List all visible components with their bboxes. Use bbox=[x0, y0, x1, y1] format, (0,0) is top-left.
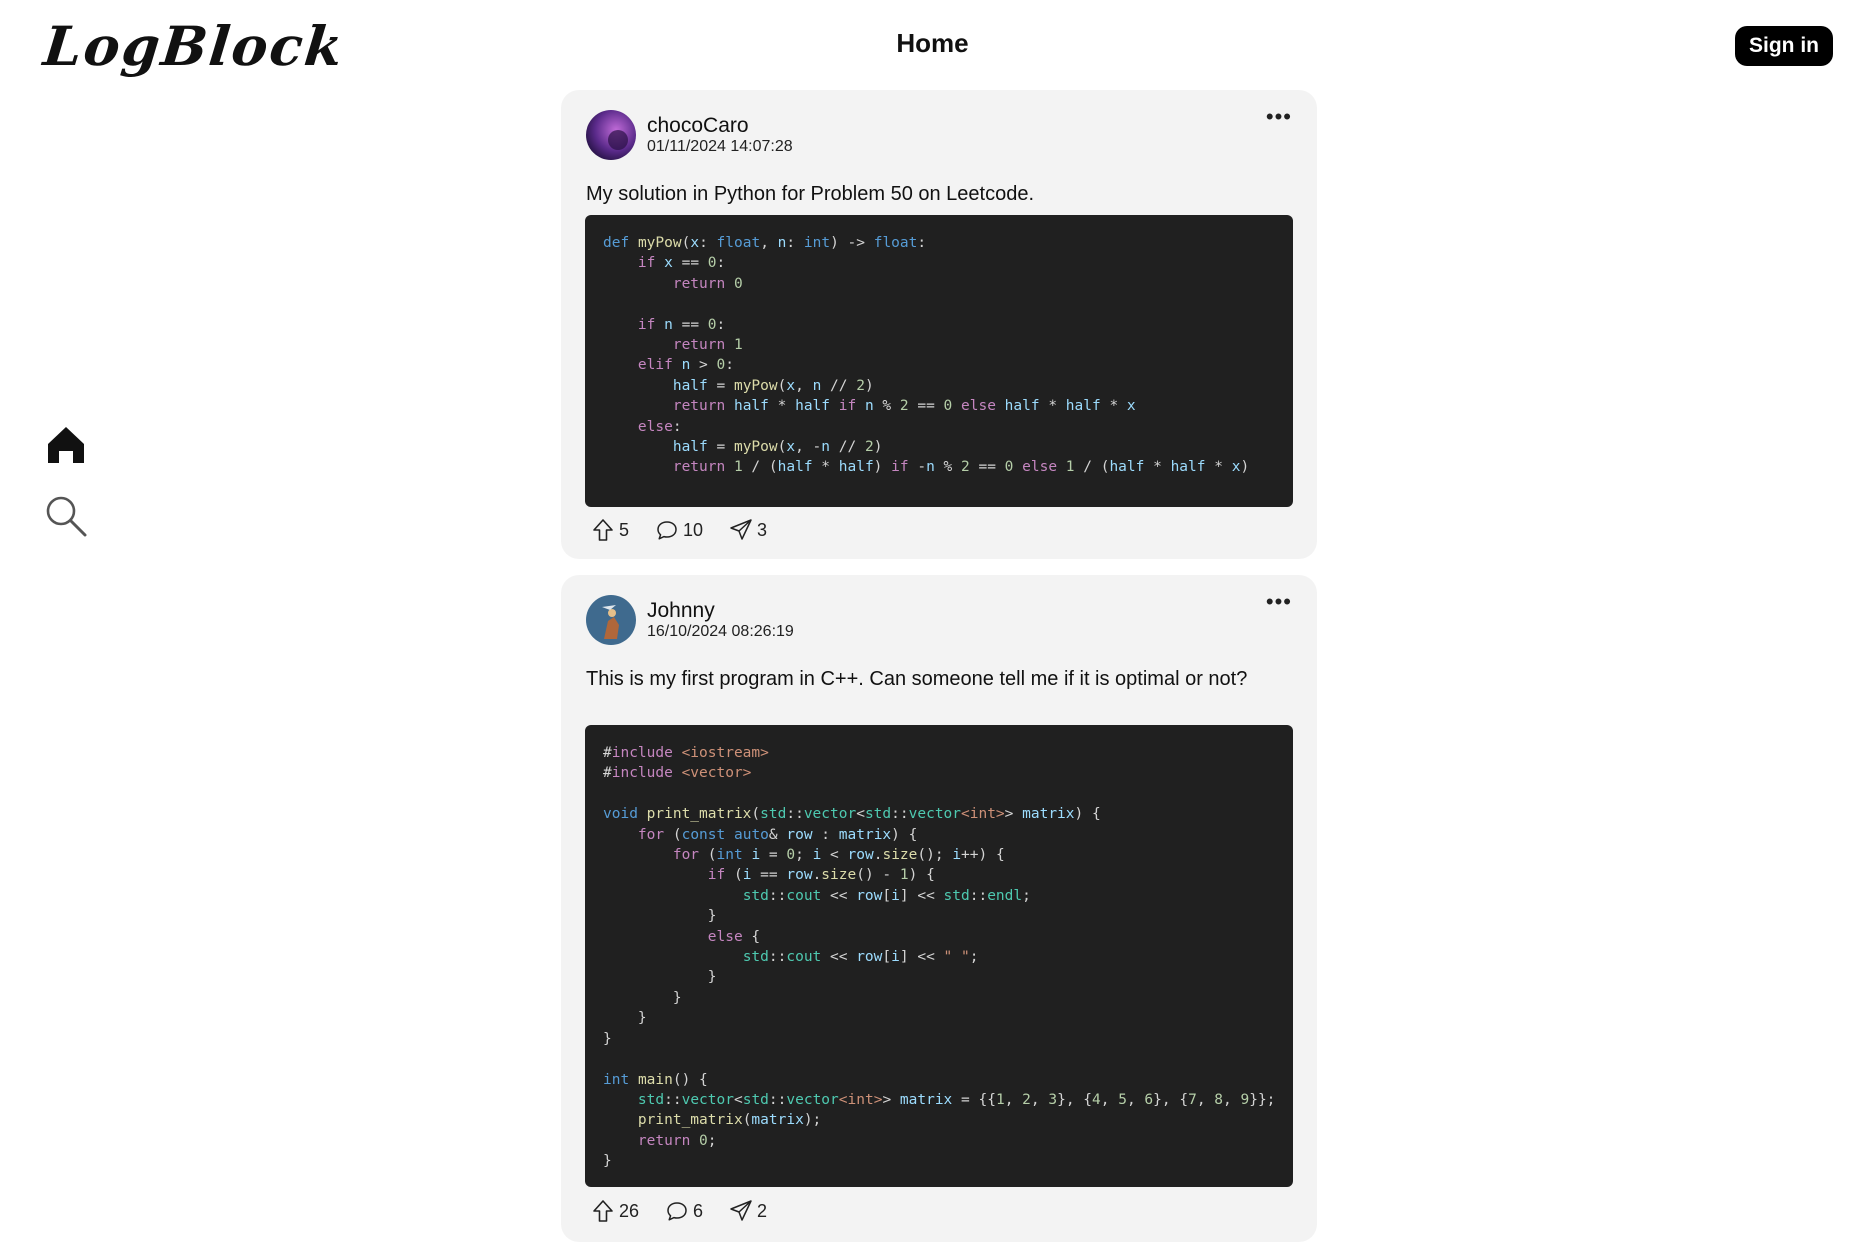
share-count: 2 bbox=[757, 1200, 768, 1221]
upvote-icon bbox=[593, 1200, 613, 1222]
search-icon[interactable] bbox=[44, 494, 88, 538]
comment-button[interactable]: 6 bbox=[665, 1199, 703, 1223]
upvote-icon bbox=[593, 519, 613, 541]
timestamp: 01/11/2024 14:07:28 bbox=[647, 137, 793, 155]
post-text: My solution in Python for Problem 50 on … bbox=[586, 183, 1035, 205]
sign-in-button[interactable]: Sign in bbox=[1735, 26, 1833, 66]
upvote-button[interactable]: 26 bbox=[591, 1199, 639, 1223]
post-text: This is my first program in C++. Can som… bbox=[586, 668, 1248, 690]
more-options-icon[interactable]: ••• bbox=[1266, 589, 1292, 615]
comment-icon bbox=[667, 1202, 687, 1221]
code-block: #include <iostream> #include <vector> vo… bbox=[585, 725, 1293, 1187]
post-actions: 5 10 3 bbox=[591, 518, 793, 542]
post-header: chocoCaro 01/11/2024 14:07:28 bbox=[586, 110, 793, 160]
comment-button[interactable]: 10 bbox=[655, 518, 703, 542]
upvote-count: 5 bbox=[619, 519, 630, 540]
share-icon bbox=[730, 1200, 752, 1221]
post-card: Johnny 16/10/2024 08:26:19 ••• This is m… bbox=[561, 575, 1317, 1242]
username[interactable]: chocoCaro bbox=[647, 114, 793, 138]
share-icon bbox=[730, 519, 752, 540]
upvote-button[interactable]: 5 bbox=[591, 518, 629, 542]
comment-icon bbox=[657, 521, 677, 540]
home-icon[interactable] bbox=[44, 422, 88, 466]
more-options-icon[interactable]: ••• bbox=[1266, 104, 1292, 130]
avatar[interactable] bbox=[586, 110, 636, 160]
share-count: 3 bbox=[757, 519, 768, 540]
share-button[interactable]: 3 bbox=[729, 518, 767, 542]
share-button[interactable]: 2 bbox=[729, 1199, 767, 1223]
post-card: chocoCaro 01/11/2024 14:07:28 ••• My sol… bbox=[561, 90, 1317, 559]
username[interactable]: Johnny bbox=[647, 599, 794, 623]
avatar[interactable] bbox=[586, 595, 636, 645]
logo[interactable]: LogBlock bbox=[41, 14, 348, 78]
code-block: def myPow(x: float, n: int) -> float: if… bbox=[585, 215, 1293, 507]
comment-count: 10 bbox=[683, 519, 704, 540]
post-header: Johnny 16/10/2024 08:26:19 bbox=[586, 595, 794, 645]
timestamp: 16/10/2024 08:26:19 bbox=[647, 622, 794, 640]
upvote-count: 26 bbox=[619, 1200, 640, 1221]
comment-count: 6 bbox=[693, 1200, 704, 1221]
post-actions: 26 6 2 bbox=[591, 1199, 793, 1223]
